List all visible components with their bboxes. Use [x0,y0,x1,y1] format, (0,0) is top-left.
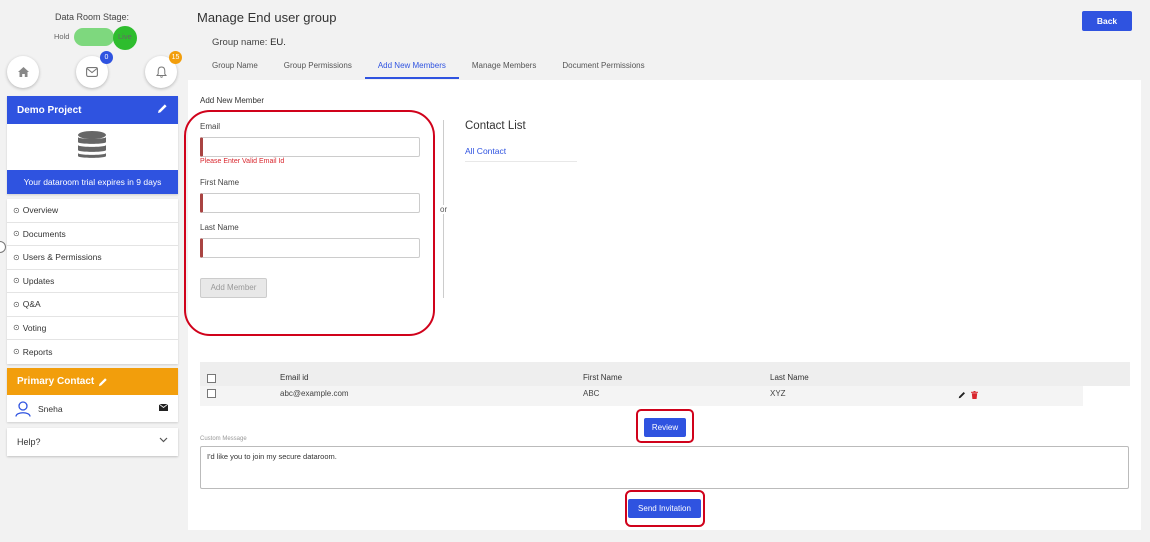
nav-item-users-permissions[interactable]: ⊙ Users & Permissions [7,246,178,270]
table-header: Email id First Name Last Name [200,362,1130,386]
select-all-checkbox[interactable] [207,374,216,383]
review-button[interactable]: Review [644,418,686,437]
bell-icon [155,66,167,78]
primary-contact-name: Sneha [38,403,63,414]
nav-item-label: Overview [22,205,59,216]
page-title: Manage End user group [197,10,337,25]
tab-group-permissions[interactable]: Group Permissions [271,57,365,79]
column-first-name: First Name [583,373,623,382]
radio-dot-icon: ⊙ [13,299,20,309]
message-count-badge: 0 [100,51,113,64]
database-icon [78,131,106,158]
radio-dot-icon: ⊙ [13,276,20,286]
primary-contact-card: Primary Contact Sneha [7,368,178,422]
column-last-name: Last Name [770,373,809,382]
radio-dot-icon: ⊙ [13,229,20,239]
nav-item-label: Documents [22,228,66,239]
chevron-down-icon [159,437,168,443]
nav-item-overview[interactable]: ⊙ Overview [7,199,178,223]
mail-icon [86,67,98,77]
row-checkbox[interactable] [207,389,216,398]
content-panel: Add New Member Email Please Enter Valid … [188,80,1141,530]
stage-toggle-row: Hold Live [52,26,142,50]
stage-live-label: Live [118,32,132,41]
member-table: Email id First Name Last Name abc@exampl… [200,362,1130,406]
edit-icon[interactable] [958,391,966,399]
radio-dot-icon: ⊙ [13,205,20,215]
notification-count-badge: 15 [169,51,182,64]
main-area: Manage End user group Back Group name: E… [188,0,1150,542]
email-error-text: Please Enter Valid Email Id [200,158,285,165]
sidebar-nav: ⊙ Overview ⊙ Documents ⊙ Users & Permission… [7,199,178,364]
row-first-name: ABC [583,389,600,398]
project-header: Demo Project [7,96,178,124]
nav-item-label: Reports [22,346,53,357]
row-email: abc@example.com [280,389,349,398]
section-title: Add New Member [200,96,265,105]
radio-dot-icon: ⊙ [13,347,20,357]
primary-contact-row: Sneha [7,395,178,422]
nav-item-voting[interactable]: ⊙ Voting [7,317,178,340]
trash-icon[interactable] [971,391,978,399]
group-name-line: Group name: EU. [212,37,286,48]
email-label: Email [200,122,221,131]
stage-hold-label: Hold [54,32,70,41]
nav-item-label: Q&A [22,299,41,310]
user-icon [15,400,31,417]
last-name-label: Last Name [200,223,239,232]
help-dropdown[interactable]: Help? [7,428,178,456]
back-button[interactable]: Back [1082,11,1132,31]
messages-button[interactable]: 0 [76,51,113,88]
primary-contact-header: Primary Contact [7,368,178,395]
group-name-value: EU. [270,37,286,48]
pencil-icon[interactable] [157,103,168,114]
email-field[interactable] [200,137,420,157]
send-invitation-button[interactable]: Send Invitation [628,499,701,518]
radio-dot-icon: ⊙ [13,252,20,262]
or-separator: or [439,205,449,214]
tab-manage-members[interactable]: Manage Members [459,57,549,79]
home-icon [17,67,29,77]
nav-item-label: Voting [22,322,47,333]
project-title: Demo Project [17,105,82,116]
tab-bar: Group Name Group Permissions Add New Mem… [199,57,658,79]
first-name-label: First Name [200,178,240,187]
stage-toggle[interactable] [74,26,137,50]
stage-title: Data Room Stage: [54,12,130,22]
trial-banner: Your dataroom trial expires in 9 days [7,170,178,194]
nav-item-label: Updates [22,275,55,286]
group-name-label: Group name: [212,37,268,48]
nav-item-reports[interactable]: ⊙ Reports [7,340,178,364]
all-contact-link[interactable]: All Contact [465,146,577,162]
column-email: Email id [280,373,309,382]
tab-group-name[interactable]: Group Name [199,57,271,79]
pencil-icon[interactable] [98,377,108,387]
last-name-field[interactable] [200,238,420,258]
tab-add-new-members[interactable]: Add New Members [364,57,459,79]
row-last-name: XYZ [770,389,786,398]
first-name-field[interactable] [200,193,420,213]
help-label: Help? [17,437,41,447]
table-row: abc@example.com ABC XYZ [200,386,1083,406]
nav-item-qa[interactable]: ⊙ Q&A [7,293,178,317]
tab-document-permissions[interactable]: Document Permissions [549,57,657,79]
nav-item-label: Users & Permissions [22,252,102,263]
custom-message-textarea[interactable]: I'd like you to join my secure dataroom. [200,446,1129,489]
nav-item-updates[interactable]: ⊙ Updates [7,270,178,293]
custom-message-label: Custom Message [200,436,247,442]
nav-item-documents[interactable]: ⊙ Documents [7,223,178,246]
notifications-button[interactable]: 15 [145,51,182,88]
contact-list-title: Contact List [465,120,526,132]
home-button[interactable] [7,56,39,88]
add-member-button[interactable]: Add Member [200,278,267,298]
radio-dot-icon: ⊙ [13,323,20,333]
project-card: Demo Project Your dataroom trial expires… [7,96,178,194]
primary-contact-title: Primary Contact [17,376,95,387]
sidebar: Data Room Stage: Hold Live 0 15 Demo Pro… [0,0,184,542]
sidebar-collapse-handle[interactable] [0,241,6,253]
envelope-icon[interactable] [159,404,168,411]
